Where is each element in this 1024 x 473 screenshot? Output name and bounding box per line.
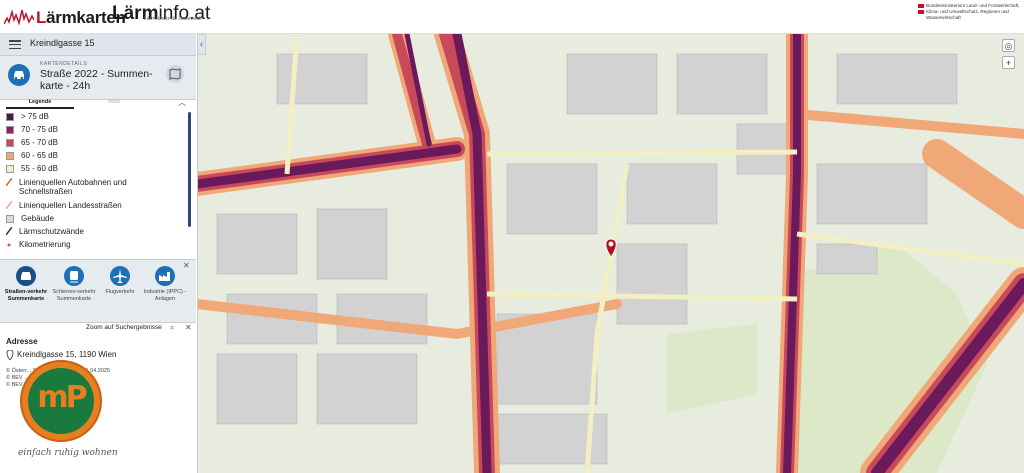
map-icon[interactable] [166, 65, 184, 83]
laermkarten-logo [4, 9, 34, 26]
map-details-card: KARTENDETAILS Straße 2022 - Summen-karte… [0, 56, 196, 100]
line-source-highway-icon [6, 178, 12, 186]
zoom-in-button[interactable]: + [1002, 56, 1015, 69]
close-icon[interactable]: ✕ [185, 323, 192, 332]
search-bar[interactable]: Kreindlgasse 15 [0, 34, 196, 56]
train-icon [64, 266, 84, 286]
mp-logo: mP [20, 360, 102, 442]
menu-icon[interactable] [9, 40, 21, 50]
factory-icon [155, 266, 175, 286]
map-details-title: Straße 2022 - Summen-karte - 24h [40, 68, 153, 92]
legend-item: Linienquellen Landesstraßen [6, 201, 122, 210]
legend-item: > 75 dB [6, 112, 49, 121]
tab-legend[interactable]: Legende [6, 98, 74, 109]
noise-map[interactable]: ◎ + [197, 34, 1024, 473]
legend-item: 70 - 75 dB [6, 125, 58, 134]
plane-icon [110, 266, 130, 286]
category-air-traffic[interactable]: Flugverkehr [98, 266, 142, 296]
line-source-state-road-icon [6, 201, 12, 209]
kilometer-marker-icon [7, 243, 11, 247]
mp-slogan: einfach ruhig wohnen [18, 448, 118, 458]
address-heading: Adresse [6, 337, 38, 346]
collapse-sidebar-button[interactable]: ‹ [197, 34, 206, 55]
chevron-up-icon[interactable]: ︿ [178, 97, 186, 108]
austria-flag-icon [918, 4, 924, 14]
address-value: Kreindlgasse 15, 1190 Wien [17, 350, 117, 359]
legend-swatch [6, 165, 14, 173]
legend-swatch [6, 113, 14, 121]
legend-list: > 75 dB 70 - 75 dB 65 - 70 dB 60 - 65 dB… [0, 110, 190, 255]
legend-item: Linienquellen Autobahnen und Schnellstra… [6, 178, 176, 196]
tab-info[interactable]: Infos [80, 98, 148, 107]
close-icon[interactable]: ✕ [183, 261, 190, 270]
legend-item: Kilometrierung [6, 240, 71, 249]
app-header: Lärmkarten Lärminfo.at Lärmschutz für Ös… [0, 0, 1024, 34]
car-icon [8, 64, 30, 86]
legend-item: 65 - 70 dB [6, 138, 58, 147]
legend-item: 55 - 60 dB [6, 164, 58, 173]
legend-item: Lärmschutzwände [6, 227, 84, 236]
legend-item: 60 - 65 dB [6, 151, 58, 160]
car-icon [16, 266, 36, 286]
category-road-traffic[interactable]: Straßen-verkehr Summenkarte [4, 266, 48, 302]
search-input[interactable]: Kreindlgasse 15 [30, 38, 95, 48]
legend-swatch [6, 215, 14, 223]
brand-laerminfo-subtitle: Lärmschutz für Österreich [144, 16, 202, 22]
legend-swatch [6, 126, 14, 134]
legend-item: Gebäude [6, 214, 54, 223]
noise-barrier-icon [6, 227, 12, 235]
category-selector: Straßen-verkehr Summenkarte Schienen-ver… [0, 259, 196, 323]
locate-me-button[interactable]: ◎ [1002, 39, 1015, 52]
legend-tabs: Legende Infos ︿ [0, 97, 196, 109]
map-details-label: KARTENDETAILS [40, 61, 88, 67]
legend-swatch [6, 152, 14, 160]
legend-scrollbar[interactable] [188, 112, 191, 227]
ministry-name: Bundesministerium Land- und Forstwirtsch… [926, 3, 1020, 20]
location-pin-icon [6, 350, 14, 360]
legend-swatch [6, 139, 14, 147]
search-icon[interactable]: ⌕ [170, 323, 174, 333]
category-rail-traffic[interactable]: Schienen-verkehr Summenkarte [52, 266, 96, 302]
zoom-to-results-link[interactable]: Zoom auf Suchergebnisse [86, 324, 162, 331]
category-industry[interactable]: Industrie (IPPC) - Anlagen [143, 266, 187, 302]
